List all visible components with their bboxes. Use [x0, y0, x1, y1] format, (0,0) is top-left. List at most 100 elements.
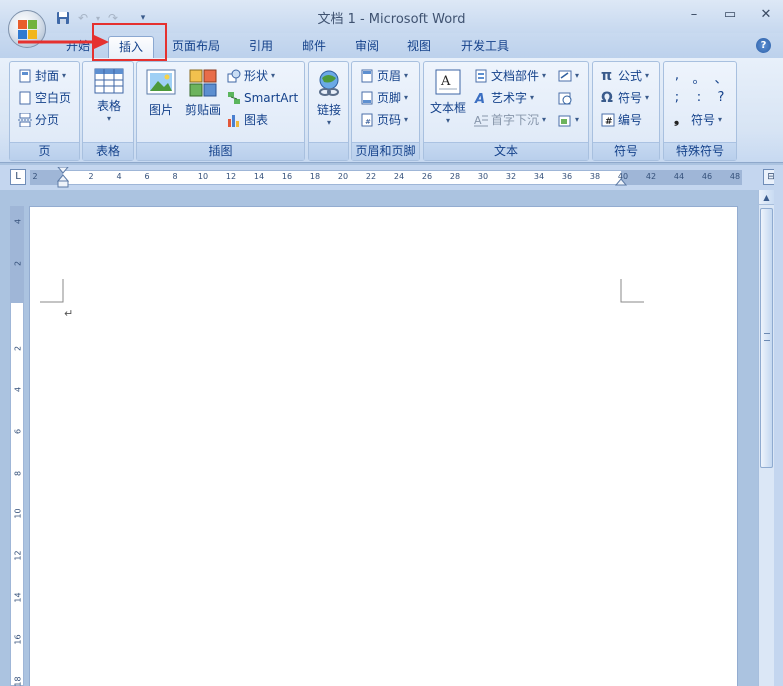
tab-selector-icon[interactable]: L	[10, 169, 26, 185]
chart-button[interactable]: 图表	[227, 110, 268, 130]
vruler-tick-label: 6	[13, 428, 23, 435]
chevron-down-icon: ▾	[542, 71, 547, 80]
numbering-button[interactable]: # 编号	[601, 110, 642, 130]
blank-page-button[interactable]: 空白页	[18, 88, 71, 108]
special-symbol-icon: ❟	[674, 112, 680, 127]
tab-developer[interactable]: 开发工具	[457, 36, 513, 58]
maximize-icon[interactable]: ▭	[721, 6, 739, 24]
symbol-button[interactable]: Ω 符号 ▾	[601, 88, 649, 108]
footer-button[interactable]: 页脚 ▾	[360, 88, 408, 108]
ruler-tick-label: 38	[589, 172, 601, 181]
smartart-button[interactable]: SmartArt	[227, 88, 298, 108]
textbox-icon: A	[434, 68, 462, 96]
tab-page-layout[interactable]: 页面布局	[168, 36, 224, 58]
svg-text:#: #	[605, 117, 613, 127]
indent-marker-icon[interactable]	[57, 167, 69, 189]
tab-mailings[interactable]: 邮件	[298, 36, 330, 58]
shapes-icon	[227, 69, 241, 83]
page-break-button[interactable]: 分页	[18, 110, 59, 130]
chevron-down-icon: ▾	[718, 115, 723, 124]
group-illustrations: 图片 剪贴画 形状 ▾ SmartArt 图表 插图	[136, 61, 305, 161]
tab-view[interactable]: 视图	[403, 36, 435, 58]
vruler-tick-label: 2	[13, 260, 23, 267]
ruler-tick-label: 42	[645, 172, 657, 181]
object-icon	[558, 113, 572, 127]
ruler-tick-label: 32	[505, 172, 517, 181]
ruler-tick-label: 16	[281, 172, 293, 181]
chevron-down-icon: ▾	[404, 115, 409, 124]
ruler-row: L 2 2 4 6 8 10 12 14 16 18 20 22 24 26 28 30 32 34 36 38 40 4…	[0, 165, 783, 190]
ruler-tick-label: 22	[365, 172, 377, 181]
group-links: 链接 ▾	[308, 61, 349, 161]
scroll-grip-icon	[764, 333, 770, 341]
group-label-illustrations: 插图	[137, 142, 304, 160]
equation-button[interactable]: π 公式 ▾	[601, 66, 649, 86]
signature-line-button[interactable]: ▾	[558, 66, 579, 86]
ruler-tick-label: 20	[337, 172, 349, 181]
header-button[interactable]: 页眉 ▾	[360, 66, 408, 86]
symbol-period[interactable]: 。	[692, 68, 706, 87]
chevron-down-icon: ▾	[542, 115, 547, 124]
textbox-button[interactable]: A 文本框 ▾	[427, 68, 469, 125]
page-number-button[interactable]: # 页码 ▾	[360, 110, 408, 130]
vertical-ruler[interactable]: 4 2 2 4 6 8 10 12 14 16 18	[10, 206, 24, 686]
vruler-tick-label: 8	[13, 470, 23, 477]
annotation-arrow	[18, 35, 109, 49]
table-button[interactable]: 表格 ▾	[89, 68, 129, 123]
dropcap-icon: A	[474, 113, 488, 127]
clipart-icon	[188, 68, 218, 98]
vruler-tick-label: 18	[13, 676, 23, 686]
table-icon	[94, 68, 124, 94]
group-symbols: π 公式 ▾ Ω 符号 ▾ # 编号 符号	[592, 61, 660, 161]
symbol-question[interactable]: ?	[714, 90, 728, 105]
group-label-special-symbols: 特殊符号	[664, 142, 736, 160]
link-globe-icon	[316, 68, 342, 98]
group-label-tables: 表格	[83, 142, 133, 160]
picture-button[interactable]: 图片	[141, 68, 181, 118]
right-indent-marker-icon[interactable]	[615, 176, 627, 186]
group-label-links	[309, 142, 348, 160]
chevron-down-icon: ▾	[106, 114, 111, 123]
scroll-thumb[interactable]	[760, 208, 773, 468]
wordart-button[interactable]: A 艺术字 ▾	[474, 88, 534, 108]
clipart-button[interactable]: 剪贴画	[183, 68, 223, 118]
tab-review[interactable]: 审阅	[351, 36, 383, 58]
group-pages: 封面 ▾ 空白页 分页 页	[9, 61, 80, 161]
chevron-down-icon: ▾	[326, 118, 331, 127]
chevron-down-icon: ▾	[575, 71, 580, 80]
close-icon[interactable]: ✕	[757, 6, 775, 24]
chevron-down-icon: ▾	[645, 93, 650, 102]
cover-page-button[interactable]: 封面 ▾	[18, 66, 66, 86]
minimize-icon[interactable]: –	[685, 6, 703, 24]
wordart-icon: A	[474, 91, 488, 107]
symbol-semicolon[interactable]: ;	[670, 90, 684, 105]
shapes-button[interactable]: 形状 ▾	[227, 66, 275, 86]
document-page[interactable]: ↵	[29, 206, 738, 686]
chevron-down-icon: ▾	[404, 71, 409, 80]
help-icon[interactable]: ?	[756, 38, 771, 53]
symbol-comma[interactable]: ,	[670, 68, 684, 83]
smartart-icon	[227, 91, 241, 105]
svg-text:A: A	[440, 74, 451, 89]
quick-parts-button[interactable]: 文档部件 ▾	[474, 66, 546, 86]
symbol-enumeration-comma[interactable]: 、	[714, 68, 728, 87]
object-button[interactable]: ▾	[558, 110, 579, 130]
ruler-tick-label: 12	[225, 172, 237, 181]
vertical-scrollbar[interactable]: ▲	[758, 190, 774, 686]
scroll-up-arrow-icon[interactable]: ▲	[759, 190, 774, 205]
chevron-down-icon: ▾	[645, 71, 650, 80]
special-symbol-button[interactable]: ❟ 符号 ▾	[674, 110, 722, 130]
dropcap-button[interactable]: A 首字下沉 ▾	[474, 110, 546, 130]
horizontal-ruler[interactable]: 2 2 4 6 8 10 12 14 16 18 20 22 24 26 28 30 32 34 36 38 40 42 4…	[30, 167, 742, 188]
ruler-tick-label: 36	[561, 172, 573, 181]
symbol-colon[interactable]: :	[692, 90, 706, 105]
pi-icon: π	[601, 68, 613, 84]
tab-references[interactable]: 引用	[245, 36, 277, 58]
link-button[interactable]: 链接 ▾	[311, 68, 347, 127]
group-special-symbols: , 。 、 ; : ? ❟ 符号 ▾ 特殊符号	[663, 61, 737, 161]
date-time-button[interactable]	[558, 88, 572, 108]
ruler-tick-label: 6	[144, 172, 150, 181]
ribbon: 封面 ▾ 空白页 分页 页 表格 ▾ 表格 图片 剪贴画 形状 ▾ SmartA…	[0, 58, 783, 163]
omega-icon: Ω	[601, 90, 613, 106]
ruler-tick-label: 46	[701, 172, 713, 181]
